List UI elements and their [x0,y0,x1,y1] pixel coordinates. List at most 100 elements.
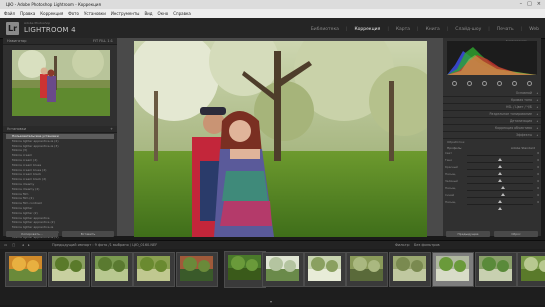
filmstrip-thumbnail[interactable] [224,251,266,288]
slider-label: Насыщ. [445,186,457,190]
grid-icon[interactable] [451,80,458,87]
slider-value[interactable]: 0 [537,179,539,183]
filmstrip-thumbnail[interactable] [262,252,304,287]
brand-name: LIGHTROOM 4 [24,26,76,34]
slider-row: Свет 0 [443,151,541,161]
menu-window[interactable]: Окно [158,9,169,18]
filmstrip-thumbnail[interactable] [475,252,517,287]
graduated-filter-icon[interactable] [511,80,518,87]
presets-header[interactable]: Установки + [3,126,117,133]
slider-label: Насыщ. [445,200,457,204]
slider-track[interactable] [467,197,533,203]
menu-file[interactable]: Файл [4,9,15,18]
module-separator: | [520,27,523,32]
module-book[interactable]: Книга [426,27,440,32]
minimize-button[interactable]: – [520,1,523,8]
window-titlebar: ЦЮ - Adobe Photoshop Lightroom - Коррекц… [0,0,545,9]
menu-develop[interactable]: Коррекция [40,9,63,18]
thumbnail-image [180,256,213,281]
section-split-toning[interactable]: Раздельное тонирование [443,111,541,118]
slider-value[interactable]: 0 [537,186,539,190]
section-basic[interactable]: Основной [443,90,541,97]
slider-track[interactable] [467,169,533,175]
menu-help[interactable]: Справка [173,9,191,18]
thumbnail-image [393,256,426,281]
filmstrip-thumbnail[interactable] [304,252,346,287]
thumbnail-image [350,256,383,281]
module-web[interactable]: Web [529,27,539,32]
filmstrip-collapse-icon[interactable]: ▾ [270,299,272,304]
slider-track[interactable] [467,190,533,196]
slider-row: Тени 0 [443,158,541,168]
slider-track[interactable] [467,204,533,210]
menu-photo[interactable]: Фото [68,9,79,18]
slider-track[interactable] [467,155,533,161]
filmstrip-thumbnail[interactable] [432,252,474,287]
module-separator: | [345,27,348,32]
thumbnail-image [436,256,469,281]
slider-value[interactable]: 0 [537,158,539,162]
module-map[interactable]: Карта [396,27,410,32]
thumbnail-image [308,256,341,281]
develop-sections: Основной Кривая тона HSL / Цвет / Ч/Б Ра… [443,90,541,210]
menu-edit[interactable]: Правка [20,9,35,18]
section-tone-curve[interactable]: Кривая тона [443,97,541,104]
menu-tools[interactable]: Инструменты [111,9,140,18]
slider-thumb[interactable] [498,206,502,210]
section-effects[interactable]: Эффекты [443,132,541,139]
slider-label: Красный [445,165,458,169]
slider-track[interactable] [467,176,533,182]
menu-view[interactable]: Вид [144,9,152,18]
filmstrip-thumbnail[interactable] [91,252,133,287]
adjustment-brush-icon[interactable] [526,80,533,87]
red-eye-icon[interactable] [496,80,503,87]
window-controls: – □ × [520,1,541,8]
navigator-header[interactable]: Навигатор FIT FILL 1:1 [3,38,117,45]
navigator-zoom-options[interactable]: FIT FILL 1:1 [93,38,113,44]
navigator-preview[interactable] [12,50,110,116]
slider-row: Зелёный 0 [443,179,541,189]
slider-row: Красный 0 [443,165,541,175]
slider-value[interactable]: 0 [537,172,539,176]
filmstrip-thumbnail[interactable] [346,252,388,287]
filmstrip-thumbnail[interactable] [389,252,431,287]
slider-track[interactable] [467,162,533,168]
filmstrip-thumbnail[interactable] [133,252,175,287]
slider-value[interactable]: 0 [537,200,539,204]
histogram [447,41,537,75]
spot-removal-icon[interactable] [481,80,488,87]
close-button[interactable]: × [537,1,541,8]
slider-value[interactable]: 0 [537,165,539,169]
section-detail[interactable]: Детализация [443,118,541,125]
filmstrip-thumbnail[interactable] [517,252,545,287]
section-lens-correction[interactable]: Коррекция объектива [443,125,541,132]
paste-button[interactable]: Вставить [62,231,114,237]
slider-value[interactable]: 0 [537,151,539,155]
copy-button[interactable]: Копировать... [6,231,58,237]
slider-value[interactable]: 0 [537,193,539,197]
module-slideshow[interactable]: Слайд-шоу [455,27,481,32]
slider-row: Насыщ. 0 [443,172,541,182]
module-print[interactable]: Печать [497,27,514,32]
reset-button[interactable]: Сброс [494,231,538,237]
menu-settings[interactable]: Установки [84,9,106,18]
develop-tool-strip [447,80,537,87]
main-photo[interactable] [134,41,427,237]
presets-list: Пользовательские установки Molnia lighter… [6,134,114,240]
filmstrip-thumbnail[interactable] [5,252,47,287]
previous-button[interactable]: Предыдущие [446,231,490,237]
module-library[interactable]: Библиотека [311,27,339,32]
slider-track[interactable] [467,183,533,189]
crop-icon[interactable] [466,80,473,87]
filmstrip-thumbnail[interactable] [176,252,218,287]
section-hsl[interactable]: HSL / Цвет / Ч/Б [443,104,541,111]
brand-subtitle: Adobe Photoshop [24,21,51,25]
module-develop[interactable]: Коррекция [354,27,380,32]
presets-add-icon[interactable]: + [110,126,113,132]
thumbnail-image [521,256,545,281]
slider-label: Свет [445,151,452,155]
menu-bar: Файл Правка Коррекция Фото Установки Инс… [0,9,545,18]
slider-label: Насыщ. [445,172,457,176]
maximize-button[interactable]: □ [527,1,532,8]
filmstrip-thumbnail[interactable] [48,252,90,287]
